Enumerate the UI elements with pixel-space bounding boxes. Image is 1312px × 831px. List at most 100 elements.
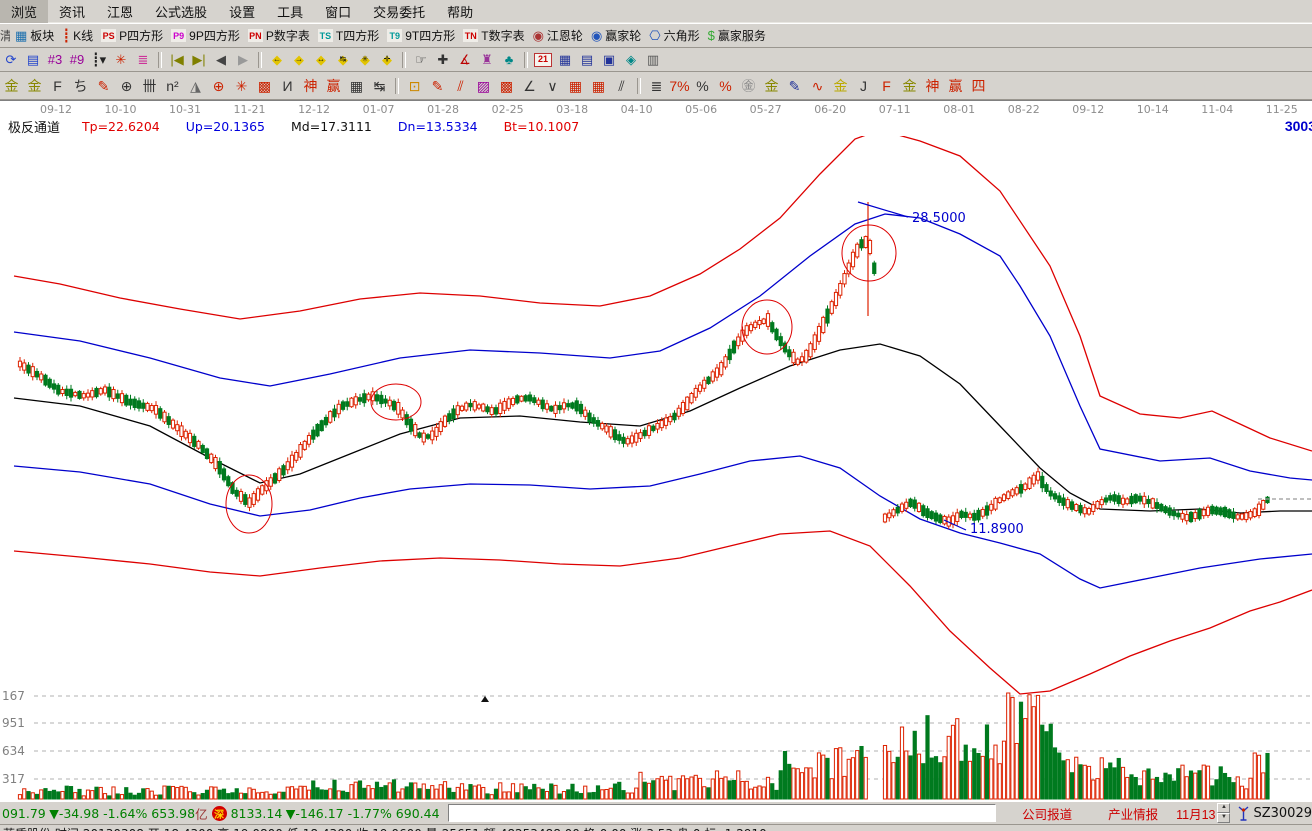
gann-tool-2-0-icon[interactable]: ≣ — [645, 76, 668, 96]
tool-4-1-icon[interactable]: ▦ — [554, 51, 576, 69]
tool-0-3-icon[interactable]: #9 — [66, 51, 88, 69]
gann-tool-1-6-icon[interactable]: ∨ — [541, 76, 564, 96]
tool-2-4-icon[interactable]: ◆✳ — [354, 51, 376, 69]
gann-tool-1-3-icon[interactable]: ▨ — [472, 76, 495, 96]
industry-info-link[interactable]: 产业情报 — [1108, 804, 1158, 823]
gann-tool-1-8-icon[interactable]: ▦ — [587, 76, 610, 96]
hexagon-button[interactable]: ⎔六角形 — [649, 27, 699, 44]
menu-item-江恩[interactable]: 江恩 — [96, 0, 144, 23]
gann-tool-0-8-icon[interactable]: ◮ — [184, 76, 207, 96]
tool-0-4-icon[interactable]: ┋▾ — [88, 51, 110, 69]
tool-4-0-icon[interactable]: 21 — [532, 51, 554, 69]
main-chart[interactable]: 16795163431728.500011.8900 — [0, 136, 1312, 801]
t-square-button[interactable]: TST四方形 — [318, 27, 379, 44]
tool-1-3-icon[interactable]: ▶ — [232, 51, 254, 69]
gann-tool-2-13-icon[interactable]: 赢 — [944, 76, 967, 96]
gann-tool-0-3-icon[interactable]: ち — [69, 76, 92, 96]
candlestick-chart[interactable]: 16795163431728.500011.8900 — [0, 136, 1312, 801]
winner-service-button[interactable]: $赢家服务 — [708, 27, 766, 44]
gann-tool-2-3-icon[interactable]: % — [714, 76, 737, 96]
tool-0-5-icon[interactable]: ✳ — [110, 51, 132, 69]
gann-tool-2-5-icon[interactable]: 金 — [760, 76, 783, 96]
tool-3-1-icon[interactable]: ✚ — [432, 51, 454, 69]
gann-tool-0-6-icon[interactable]: 卌 — [138, 76, 161, 96]
tool-2-1-icon[interactable]: ◆→ — [288, 51, 310, 69]
indicator-name: 极反通道 — [8, 117, 60, 136]
gann-wheel-button[interactable]: ◉江恩轮 — [533, 27, 583, 44]
date-spinner[interactable]: ▲▼ — [1217, 803, 1230, 823]
gann-tool-0-9-icon[interactable]: ⊕ — [207, 76, 230, 96]
tool-4-5-icon[interactable]: ▥ — [642, 51, 664, 69]
gann-tool-2-8-icon[interactable]: 金 — [829, 76, 852, 96]
t9-square-button[interactable]: T99T四方形 — [387, 27, 455, 44]
company-news-link[interactable]: 公司报道 — [1022, 804, 1072, 823]
p9-square-button[interactable]: P99P四方形 — [171, 27, 240, 44]
sector-blocks-button[interactable]: ▦板块 — [15, 27, 54, 44]
menu-item-资讯[interactable]: 资讯 — [48, 0, 96, 23]
status-input-box[interactable] — [448, 804, 997, 822]
gann-tool-0-14-icon[interactable]: 赢 — [322, 76, 345, 96]
p-number-button[interactable]: PNP数字表 — [248, 27, 310, 44]
gann-tool-1-5-icon[interactable]: ∠ — [518, 76, 541, 96]
menu-item-帮助[interactable]: 帮助 — [436, 0, 484, 23]
p-square-button[interactable]: PSP四方形 — [101, 27, 163, 44]
kline-button[interactable]: ┋K线 — [62, 27, 93, 44]
winner-wheel-button[interactable]: ◉赢家轮 — [591, 27, 641, 44]
gann-tool-1-4-icon[interactable]: ▩ — [495, 76, 518, 96]
gann-tool-0-13-icon[interactable]: 神 — [299, 76, 322, 96]
t-number-button[interactable]: TNT数字表 — [463, 27, 524, 44]
tool-1-1-icon[interactable]: ▶| — [188, 51, 210, 69]
gann-tool-0-7-icon[interactable]: n² — [161, 76, 184, 96]
tool-4-4-icon[interactable]: ◈ — [620, 51, 642, 69]
tool-1-0-icon[interactable]: |◀ — [166, 51, 188, 69]
tool-4-2-icon[interactable]: ▤ — [576, 51, 598, 69]
gann-tool-0-2-icon[interactable]: F — [46, 76, 69, 96]
gann-tool-0-4-icon[interactable]: ✎ — [92, 76, 115, 96]
gann-tool-1-2-icon[interactable]: ⫽ — [449, 76, 472, 96]
gann-tool-0-15-icon[interactable]: ▦ — [345, 76, 368, 96]
gann-tool-2-6-icon[interactable]: ✎ — [783, 76, 806, 96]
gann-tool-0-16-icon[interactable]: ↹ — [368, 76, 391, 96]
sz-index-value: 8133.14 — [231, 806, 283, 821]
gann-tool-0-1-icon[interactable]: 金 — [23, 76, 46, 96]
tool-3-3-icon[interactable]: ♜ — [476, 51, 498, 69]
gann-tool-0-10-icon[interactable]: ✳ — [230, 76, 253, 96]
gann-tool-0-12-icon[interactable]: И — [276, 76, 299, 96]
tool-2-5-icon[interactable]: ◆✛ — [376, 51, 398, 69]
tool-4-3-icon[interactable]: ▣ — [598, 51, 620, 69]
menu-item-交易委托[interactable]: 交易委托 — [362, 0, 436, 23]
tool-0-2-icon[interactable]: #3 — [44, 51, 66, 69]
tool-2-3-icon[interactable]: ◆↹ — [332, 51, 354, 69]
gann-tool-2-14-icon[interactable]: 四 — [967, 76, 990, 96]
menu-item-窗口[interactable]: 窗口 — [314, 0, 362, 23]
tool-3-4-icon[interactable]: ♣ — [498, 51, 520, 69]
gann-tool-0-0-icon[interactable]: 金 — [0, 76, 23, 96]
gann-tool-2-10-icon[interactable]: F — [875, 76, 898, 96]
tool-0-6-icon[interactable]: ≣ — [132, 51, 154, 69]
gann-tool-1-7-icon[interactable]: ▦ — [564, 76, 587, 96]
gann-tool-1-9-icon[interactable]: ⫽ — [610, 76, 633, 96]
sh-index-value: 091.79 — [2, 806, 46, 821]
menu-item-浏览[interactable]: 浏览 — [0, 0, 48, 23]
tool-3-2-icon[interactable]: ∡ — [454, 51, 476, 69]
gann-tool-2-2-icon[interactable]: % — [691, 76, 714, 96]
tool-3-0-icon[interactable]: ☞ — [410, 51, 432, 69]
gann-tool-0-5-icon[interactable]: ⊕ — [115, 76, 138, 96]
gann-tool-2-4-icon[interactable]: ㊎ — [737, 76, 760, 96]
menu-item-设置[interactable]: 设置 — [218, 0, 266, 23]
tool-0-1-icon[interactable]: ▤ — [22, 51, 44, 69]
gann-tool-2-11-icon[interactable]: 金 — [898, 76, 921, 96]
tool-0-0-icon[interactable]: ⟳ — [0, 51, 22, 69]
gann-tool-2-1-icon[interactable]: 7% — [668, 76, 691, 96]
tool-2-0-icon[interactable]: ◆← — [266, 51, 288, 69]
tool-2-2-icon[interactable]: ◆↔ — [310, 51, 332, 69]
menu-item-公式选股[interactable]: 公式选股 — [144, 0, 218, 23]
menu-item-工具[interactable]: 工具 — [266, 0, 314, 23]
gann-tool-0-11-icon[interactable]: ▩ — [253, 76, 276, 96]
gann-tool-2-7-icon[interactable]: ∿ — [806, 76, 829, 96]
gann-tool-1-1-icon[interactable]: ✎ — [426, 76, 449, 96]
gann-tool-1-0-icon[interactable]: ⊡ — [403, 76, 426, 96]
gann-tool-2-12-icon[interactable]: 神 — [921, 76, 944, 96]
gann-tool-2-9-icon[interactable]: J — [852, 76, 875, 96]
tool-1-2-icon[interactable]: ◀ — [210, 51, 232, 69]
